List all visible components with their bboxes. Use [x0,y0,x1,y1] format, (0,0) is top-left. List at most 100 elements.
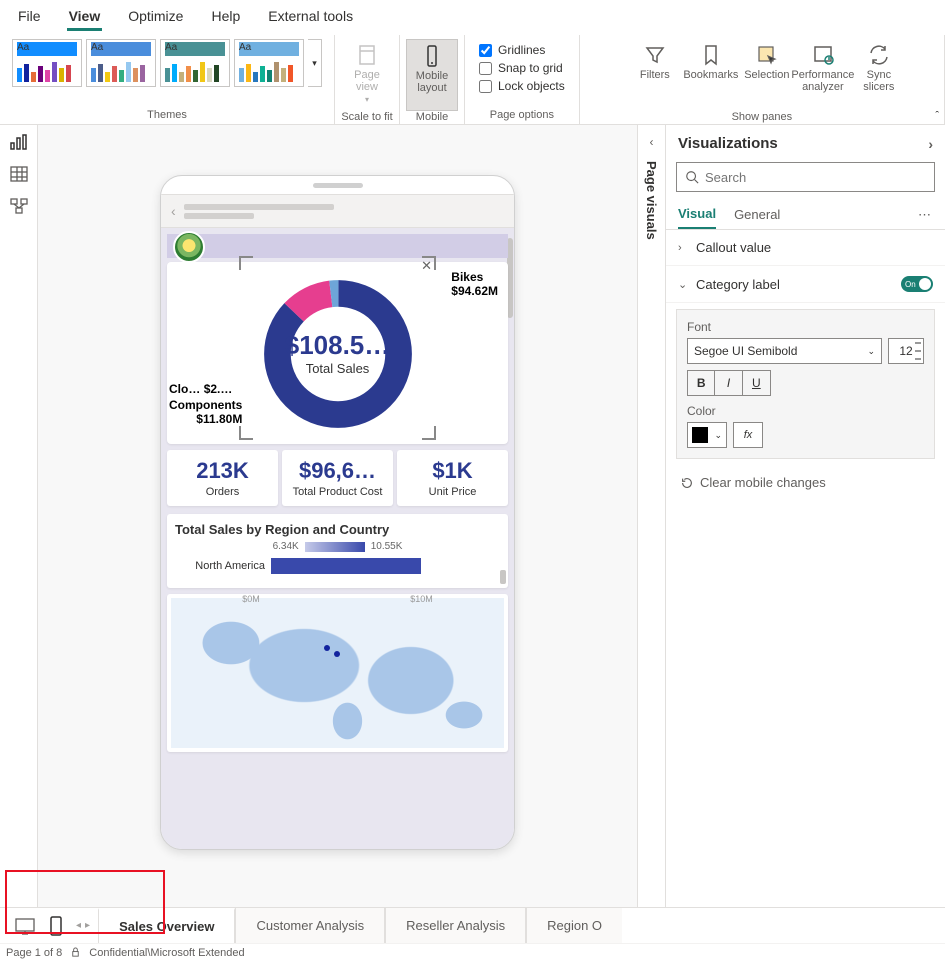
left-rail [0,125,38,907]
search-box[interactable] [676,162,935,192]
theme-4[interactable]: Aa [234,39,304,87]
mobile-phone-frame: ‹ ✕ Bikes$94.62M Clo… $2.… Components$11… [160,175,515,850]
italic-button[interactable]: I [715,371,742,395]
donut-card[interactable]: ✕ Bikes$94.62M Clo… $2.… Components$11.8… [167,262,508,444]
page-view-icon [355,43,379,67]
section-callout-value[interactable]: › Callout value [666,230,945,266]
themes-label: Themes [147,109,187,123]
fx-button[interactable]: fx [733,422,763,448]
font-select[interactable]: Segoe UI Semibold⌄ [687,338,882,364]
selection-handle[interactable] [239,256,253,270]
underline-button[interactable]: U [743,371,770,395]
selection-pane-button[interactable]: Selection [741,39,793,111]
page-next[interactable]: ▸ [85,920,90,931]
section-category-label[interactable]: ⌄ Category label On [666,266,945,303]
performance-icon [811,43,835,67]
chevron-down-icon: ⌄ [678,278,690,291]
lock-checkbox[interactable]: Lock objects [479,79,565,93]
theme-2[interactable]: Aa [86,39,156,87]
phone-body[interactable]: ✕ Bikes$94.62M Clo… $2.… Components$11.8… [161,228,514,849]
tab-visual[interactable]: Visual [678,200,716,229]
menu-optimize[interactable]: Optimize [126,4,185,31]
menu-help[interactable]: Help [209,4,242,31]
more-icon[interactable]: ⋯ [918,207,933,223]
bold-button[interactable]: B [688,371,715,395]
selection-close[interactable]: ✕ [421,258,432,274]
theme-3[interactable]: Aa [160,39,230,87]
kpi-product-cost[interactable]: $96,6…Total Product Cost [282,450,393,506]
world-map [171,598,504,748]
selection-icon [755,43,779,67]
page-tab-region[interactable]: Region O [526,908,622,943]
page-view-button[interactable]: Page view▾ [341,39,393,111]
lock-icon [70,947,81,958]
performance-pane-button[interactable]: Performance analyzer [797,39,849,111]
report-view-icon[interactable] [9,133,29,151]
color-picker[interactable]: ⌄ [687,422,727,448]
kpi-unit-price[interactable]: $1KUnit Price [397,450,508,506]
header-placeholder [184,204,334,219]
theme-gallery-expand[interactable]: ▾ [308,39,322,87]
page-tab-customer[interactable]: Customer Analysis [235,908,385,943]
desktop-view-icon[interactable] [14,917,36,935]
data-view-icon[interactable] [9,165,29,183]
page-indicator: Page 1 of 8 [6,947,62,959]
region-title: Total Sales by Region and Country [175,522,500,537]
region-bar-row: North America [175,558,500,574]
region-card[interactable]: Total Sales by Region and Country 6.34K1… [167,514,508,588]
ribbon-collapse[interactable]: ˆ [935,110,939,122]
mobile-icon [420,44,444,68]
mobile-layout-button[interactable]: Mobile layout [406,39,458,111]
donut-center: $108.5… Total Sales [285,330,391,376]
page-prev[interactable]: ◂ [76,920,81,931]
page-tab-sales[interactable]: Sales Overview [98,908,235,943]
status-bar: Page 1 of 8 Confidential\Microsoft Exten… [0,943,945,961]
bookmark-icon [699,43,723,67]
region-legend: 6.34K10.55K [175,541,500,552]
scale-label: Scale to fit [341,111,392,125]
main: ‹ ✕ Bikes$94.62M Clo… $2.… Components$11… [0,125,945,907]
font-label: Font [687,320,924,334]
search-input[interactable] [705,170,926,185]
chevron-right-icon: › [678,242,690,254]
kpi-row: 213KOrders $96,6…Total Product Cost $1KU… [167,450,508,506]
menu-file[interactable]: File [16,4,43,31]
menu-bar: File View Optimize Help External tools [0,0,945,35]
color-label: Color [687,404,924,418]
menu-external-tools[interactable]: External tools [266,4,355,31]
sync-slicers-button[interactable]: Sync slicers [853,39,905,111]
font-size-input[interactable]: 12 [888,338,924,364]
page-visuals-collapsed: ‹ Page visuals [637,125,665,907]
filter-icon [643,43,667,67]
sync-icon [867,43,891,67]
show-panes-label: Show panes [732,111,793,125]
bottom-bar: ◂ ▸ Sales Overview Customer Analysis Res… [0,907,945,943]
kpi-orders[interactable]: 213KOrders [167,450,278,506]
filters-pane-button[interactable]: Filters [629,39,681,111]
visualizations-pane: Visualizations › Visual General ⋯ › Call… [665,125,945,907]
bookmarks-pane-button[interactable]: Bookmarks [685,39,737,111]
tab-general[interactable]: General [734,201,780,228]
theme-1[interactable]: Aa [12,39,82,87]
page-tab-reseller[interactable]: Reseller Analysis [385,908,526,943]
category-toggle[interactable]: On [901,276,933,292]
collapse-icon[interactable]: ‹ [650,135,654,149]
mobile-view-icon[interactable] [50,916,62,936]
expand-icon[interactable]: › [928,136,933,152]
menu-view[interactable]: View [67,4,103,31]
font-style-buttons: B I U [687,370,771,396]
snap-checkbox[interactable]: Snap to grid [479,61,565,75]
clear-mobile-changes[interactable]: Clear mobile changes [666,465,945,500]
logo-strip [167,234,508,258]
map-pin [324,645,330,651]
page-options-label: Page options [490,109,554,123]
phone-header: ‹ [161,194,514,228]
map-card[interactable]: $0M$10M [167,594,508,752]
page-visuals-label[interactable]: Page visuals [644,161,659,240]
region-scrollbar[interactable] [500,570,506,584]
map-pin [334,651,340,657]
canvas: ‹ ✕ Bikes$94.62M Clo… $2.… Components$11… [38,125,637,907]
search-icon [685,170,699,184]
model-view-icon[interactable] [9,197,29,215]
gridlines-checkbox[interactable]: Gridlines [479,43,565,57]
